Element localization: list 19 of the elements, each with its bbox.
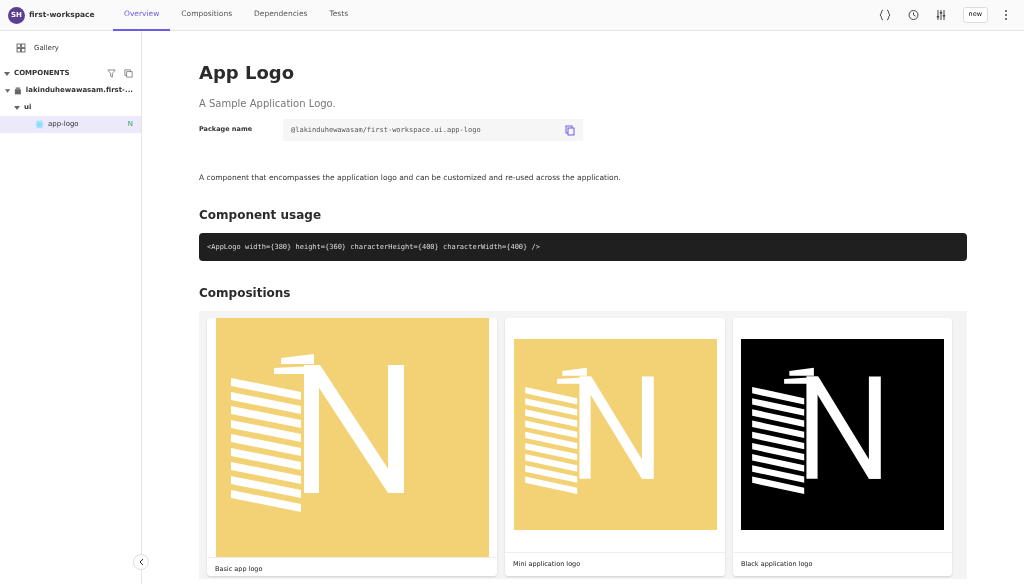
caret-icon[interactable] [4, 70, 10, 77]
history-icon[interactable] [906, 9, 919, 21]
grid-icon [16, 43, 26, 53]
more-icon[interactable] [1004, 9, 1008, 21]
section-heading: Compositions [199, 285, 292, 303]
section-heading: Component usage [199, 207, 323, 225]
sliders-icon[interactable] [934, 9, 947, 21]
caret-icon[interactable] [5, 87, 11, 94]
chevron-left-icon [137, 557, 145, 566]
react-icon [35, 120, 44, 129]
copy-icon[interactable] [565, 124, 575, 136]
copy-icon[interactable] [124, 69, 133, 78]
component-title: App Logo [199, 61, 296, 85]
code-icon[interactable] [878, 9, 891, 21]
component-subtitle: A Sample Application Logo. [199, 97, 337, 111]
caret-icon[interactable] [14, 104, 20, 111]
filter-icon[interactable] [107, 69, 116, 78]
package-icon [14, 86, 22, 95]
collapse-button[interactable] [133, 554, 149, 570]
